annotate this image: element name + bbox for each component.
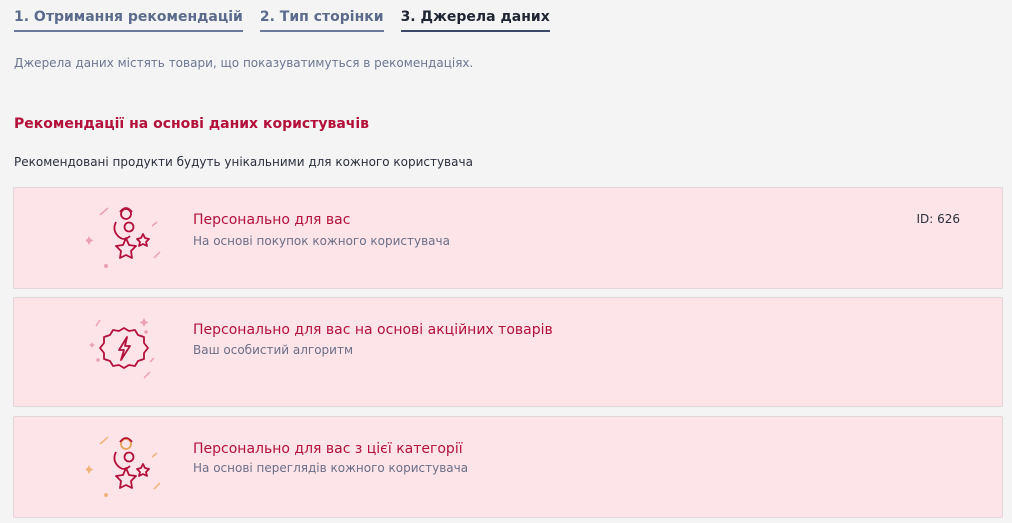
card-title: Персонально для вас на основі акційних т… [193, 322, 553, 338]
card-id: ID: 626 [916, 212, 960, 226]
card-description: На основі покупок кожного користувача [193, 234, 450, 248]
card-title: Персонально для вас [193, 212, 351, 228]
page-subtitle: Джерела даних містять товари, що показув… [14, 56, 474, 70]
lightning-badge-icon [89, 318, 155, 379]
source-card-personal[interactable]: Персонально для вас На основі покупок ко… [13, 187, 1003, 289]
tab-page-type[interactable]: 2. Тип сторінки [259, 7, 384, 32]
source-card-promo[interactable]: Персонально для вас на основі акційних т… [13, 297, 1003, 407]
tab-data-sources[interactable]: 3. Джерела даних [400, 7, 550, 32]
card-description: Ваш особистий алгоритм [193, 343, 353, 357]
person-stars-icon [86, 207, 161, 268]
person-stars-icon [86, 436, 161, 497]
card-description: На основі переглядів кожного користувача [193, 461, 469, 475]
card-title: Персонально для вас з цієї категорії [193, 441, 463, 457]
tab-get-recommendations[interactable]: 1. Отримання рекомендацій [14, 7, 243, 32]
source-card-category[interactable]: Персонально для вас з цієї категорії На … [13, 416, 1003, 518]
section-title: Рекомендації на основі даних користувачі… [14, 116, 370, 132]
step-tabs: 1. Отримання рекомендацій 2. Тип сторінк… [14, 7, 550, 32]
section-description: Рекомендовані продукти будуть унікальним… [14, 155, 473, 169]
